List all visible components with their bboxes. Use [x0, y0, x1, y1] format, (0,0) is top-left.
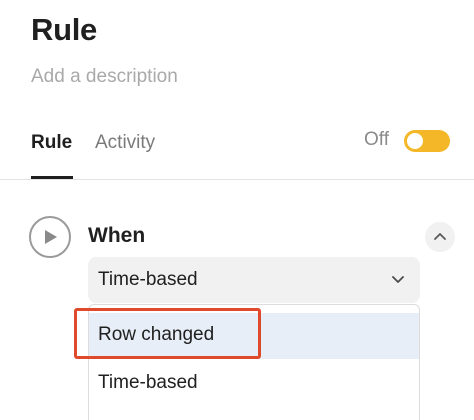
rule-panel: Rule Add a description Rule Activity Off… — [0, 0, 474, 420]
option-label: Time-based — [98, 372, 198, 393]
rule-enabled-toggle[interactable] — [404, 130, 450, 152]
tab-activity[interactable]: Activity — [95, 132, 155, 154]
tabs-divider — [0, 179, 474, 180]
chevron-down-icon — [392, 276, 404, 283]
chevron-up-icon — [434, 233, 446, 240]
tab-rule[interactable]: Rule — [31, 132, 72, 154]
run-trigger-button[interactable] — [29, 216, 71, 258]
option-row-changed[interactable]: Row changed — [89, 313, 419, 359]
page-title: Rule — [31, 12, 97, 47]
option-time-based[interactable]: Time-based — [89, 361, 419, 407]
trigger-type-select[interactable]: Time-based — [88, 257, 420, 303]
collapse-section-button[interactable] — [425, 222, 455, 252]
trigger-type-dropdown: Row changed Time-based — [88, 304, 420, 420]
description-input[interactable]: Add a description — [31, 66, 178, 88]
toggle-knob — [407, 133, 423, 149]
toggle-status-label: Off — [364, 129, 389, 150]
play-icon — [45, 230, 57, 244]
trigger-label: When — [88, 224, 146, 247]
option-label: Row changed — [98, 324, 215, 345]
select-value: Time-based — [98, 269, 198, 290]
